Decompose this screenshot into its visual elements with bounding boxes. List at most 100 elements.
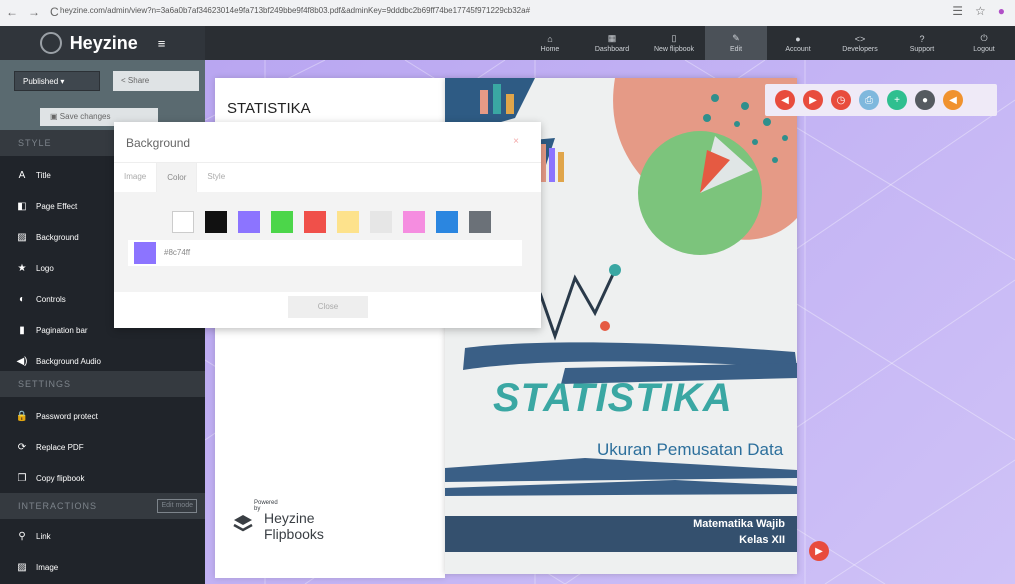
brand[interactable]: Heyzine ≡ (0, 26, 205, 60)
color-swatch[interactable] (172, 211, 194, 233)
browser-actions: ☰ ☆ ● (952, 4, 1005, 18)
nav-logout[interactable]: ⏻ Logout (953, 26, 1015, 60)
save-icon: ▣ (50, 112, 60, 121)
sidebar-item-label: Pagination bar (36, 325, 88, 335)
top-navigation: Heyzine ≡ ⌂ Home ▦ Dashboard ▯ New flipbook ✎ E… (0, 26, 1015, 60)
image-icon: ▨ (17, 561, 27, 573)
sidebar-item-label: Image (36, 562, 59, 572)
modal-tabs: Image Color Style (114, 162, 541, 193)
color-swatch[interactable] (304, 211, 326, 233)
file-icon: ▯ (671, 33, 677, 43)
nav-label: Support (909, 45, 935, 53)
tab-color[interactable]: Color (156, 162, 198, 193)
sidebar-item-link[interactable]: ⚲ Link (0, 521, 205, 551)
menu-icon[interactable]: ☰ (952, 4, 963, 18)
title-icon: A (18, 169, 26, 181)
heyzine-logo-icon (39, 32, 62, 54)
published-dropdown[interactable]: Published ▾ (14, 71, 100, 91)
sidebar-item-copy-flipbook[interactable]: ❐ Copy flipbook (0, 463, 205, 493)
next-page-button[interactable]: ▶ (809, 541, 829, 561)
hamburger-icon[interactable]: ≡ (158, 36, 166, 51)
extension-icon[interactable]: ● (998, 4, 1005, 18)
next-icon[interactable]: ▶ (803, 90, 823, 110)
brand-name: Heyzine (69, 32, 138, 53)
sidebar-item-label: Link (36, 531, 51, 541)
color-swatches (172, 211, 491, 233)
previous-icon[interactable]: ◀ (775, 90, 795, 110)
sidebar-item-label: Background Audio (36, 356, 101, 366)
modal-title: Background (126, 136, 191, 150)
nav-items: ⌂ Home ▦ Dashboard ▯ New flipbook ✎ Edit ● Accoun… (519, 26, 1015, 60)
nav-home[interactable]: ⌂ Home (519, 26, 581, 60)
sidebar-item-label: Controls (36, 294, 66, 304)
sidebar-item-label: Page Effect (36, 201, 78, 211)
sound-icon[interactable]: ◀ (943, 90, 963, 110)
color-swatch[interactable] (469, 211, 491, 233)
refresh-icon: ⟳ (17, 441, 27, 453)
flipbook-controls: ◀ ▶ ◷ ⎙ + ● ◀ (765, 84, 997, 116)
nav-label: Edit (729, 46, 743, 53)
color-swatch[interactable] (403, 211, 425, 233)
image-icon: ▨ (17, 231, 27, 243)
code-icon: <> (854, 33, 866, 44)
nav-account[interactable]: ● Account (767, 26, 829, 60)
pencil-icon: ✎ (732, 33, 740, 43)
star-icon[interactable]: ☆ (975, 4, 986, 18)
color-preview[interactable] (134, 242, 156, 264)
color-swatch[interactable] (337, 211, 359, 233)
color-input-row[interactable]: #8c74ff (128, 240, 522, 266)
background-modal: Background × Image Color Style #8c74ff Clo… (114, 122, 541, 328)
back-arrow-icon[interactable]: ← (6, 5, 18, 19)
powered-line2: Flipbooks (264, 526, 324, 542)
dashboard-icon: ▦ (607, 33, 617, 43)
nav-new-flipbook[interactable]: ▯ New flipbook (643, 26, 705, 60)
nav-edit[interactable]: ✎ Edit (705, 26, 767, 60)
nav-label: Developers (842, 45, 878, 53)
color-swatch[interactable] (370, 211, 392, 233)
powered-line1: Heyzine (264, 510, 315, 526)
tab-image[interactable]: Image (114, 162, 156, 192)
forward-arrow-icon[interactable]: → (28, 5, 40, 19)
nav-developers[interactable]: <> Developers (829, 26, 891, 60)
color-swatch[interactable] (238, 211, 260, 233)
color-panel: #8c74ff (114, 192, 541, 292)
fullscreen-icon[interactable]: ● (915, 90, 935, 110)
speaker-icon: ◀) (16, 355, 28, 367)
share-icon: < (121, 76, 128, 85)
nav-label: Account (785, 45, 811, 53)
color-swatch[interactable] (271, 211, 293, 233)
cover-title: STATISTIKA (493, 376, 733, 420)
edit-mode-button[interactable]: Edit mode (157, 499, 197, 513)
sidebar-item-label: Password protect (36, 411, 98, 421)
user-icon: ● (795, 33, 801, 44)
print-icon[interactable]: ⎙ (859, 90, 879, 110)
nav-dashboard[interactable]: ▦ Dashboard (581, 26, 643, 60)
cover-footer-class: Kelas XII (739, 534, 785, 546)
heyzine-flipbooks-logo-icon (233, 515, 253, 532)
nav-support[interactable]: ? Support (891, 26, 953, 60)
color-hex-value[interactable]: #8c74ff (164, 248, 190, 257)
sidebar-item-replace-pdf[interactable]: ⟳ Replace PDF (0, 432, 205, 462)
close-button[interactable]: Close (288, 296, 368, 318)
sidebar-item-password-protect[interactable]: 🔒 Password protect (0, 401, 205, 431)
browser-nav: ← → C (6, 5, 59, 19)
color-swatch[interactable] (436, 211, 458, 233)
autoplay-icon[interactable]: ◷ (831, 90, 851, 110)
zoom-in-icon[interactable]: + (887, 90, 907, 110)
modal-close-icon[interactable]: × (513, 136, 519, 147)
nav-label: Home (540, 45, 560, 53)
reload-icon[interactable]: C (50, 5, 59, 19)
share-button[interactable]: < Share (113, 71, 199, 91)
browser-bar: ← → C heyzine.com/admin/view?n=3a6a0b7af… (0, 0, 1015, 27)
nav-label: Dashboard (594, 46, 630, 53)
question-icon: ? (919, 33, 925, 44)
star-icon: ★ (17, 262, 27, 274)
left-page-title: STATISTIKA (227, 100, 311, 117)
save-label: Save changes (59, 112, 111, 121)
color-swatch[interactable] (205, 211, 227, 233)
nav-label: New flipbook (653, 46, 695, 53)
tab-style[interactable]: Style (197, 162, 235, 192)
address-bar[interactable]: heyzine.com/admin/view?n=3a6a0b7af346230… (60, 6, 860, 15)
link-icon: ⚲ (18, 530, 26, 542)
sidebar-item-image[interactable]: ▨ Image (0, 552, 205, 582)
